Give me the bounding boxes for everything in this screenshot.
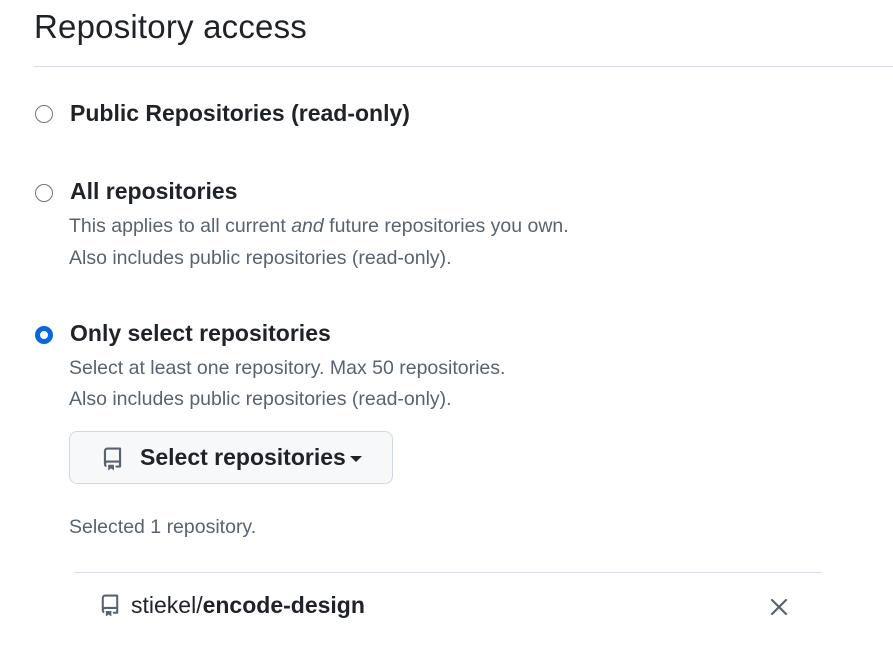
repository-repo: encode-design — [202, 592, 365, 618]
option-select-repositories-description: Select at least one repository. Max 50 r… — [69, 357, 506, 379]
description-text: This applies to all current — [69, 215, 292, 237]
radio-public-repositories[interactable] — [35, 105, 53, 123]
option-all-repositories-description: This applies to all current and future r… — [69, 215, 569, 238]
option-public-repositories-label[interactable]: Public Repositories (read-only) — [70, 100, 410, 127]
select-repositories-label: Select repositories — [140, 444, 346, 470]
description-text: future repositories you own. — [323, 215, 569, 237]
select-repositories-button[interactable]: Select repositories — [69, 431, 393, 484]
radio-all-repositories[interactable] — [35, 184, 53, 202]
repo-icon — [103, 447, 122, 471]
selected-count-text: Selected 1 repository. — [69, 516, 257, 538]
selected-repositories-list: stiekel/encode-design — [74, 572, 822, 643]
repository-name: stiekel/encode-design — [131, 592, 365, 619]
option-all-repositories-label[interactable]: All repositories — [70, 178, 237, 205]
x-icon — [770, 598, 788, 616]
radio-select-repositories[interactable] — [35, 326, 53, 344]
option-all-repositories-note: Also includes public repositories (read-… — [69, 247, 452, 269]
repository-owner: stiekel/ — [131, 592, 203, 618]
remove-repository-button[interactable] — [764, 592, 794, 622]
section-title: Repository access — [34, 8, 308, 45]
repo-icon — [101, 594, 119, 617]
triangle-down-icon — [350, 456, 362, 462]
description-emphasis: and — [291, 215, 324, 237]
option-select-repositories-label[interactable]: Only select repositories — [70, 320, 331, 347]
option-select-repositories-note: Also includes public repositories (read-… — [69, 388, 452, 410]
title-divider — [34, 66, 893, 67]
